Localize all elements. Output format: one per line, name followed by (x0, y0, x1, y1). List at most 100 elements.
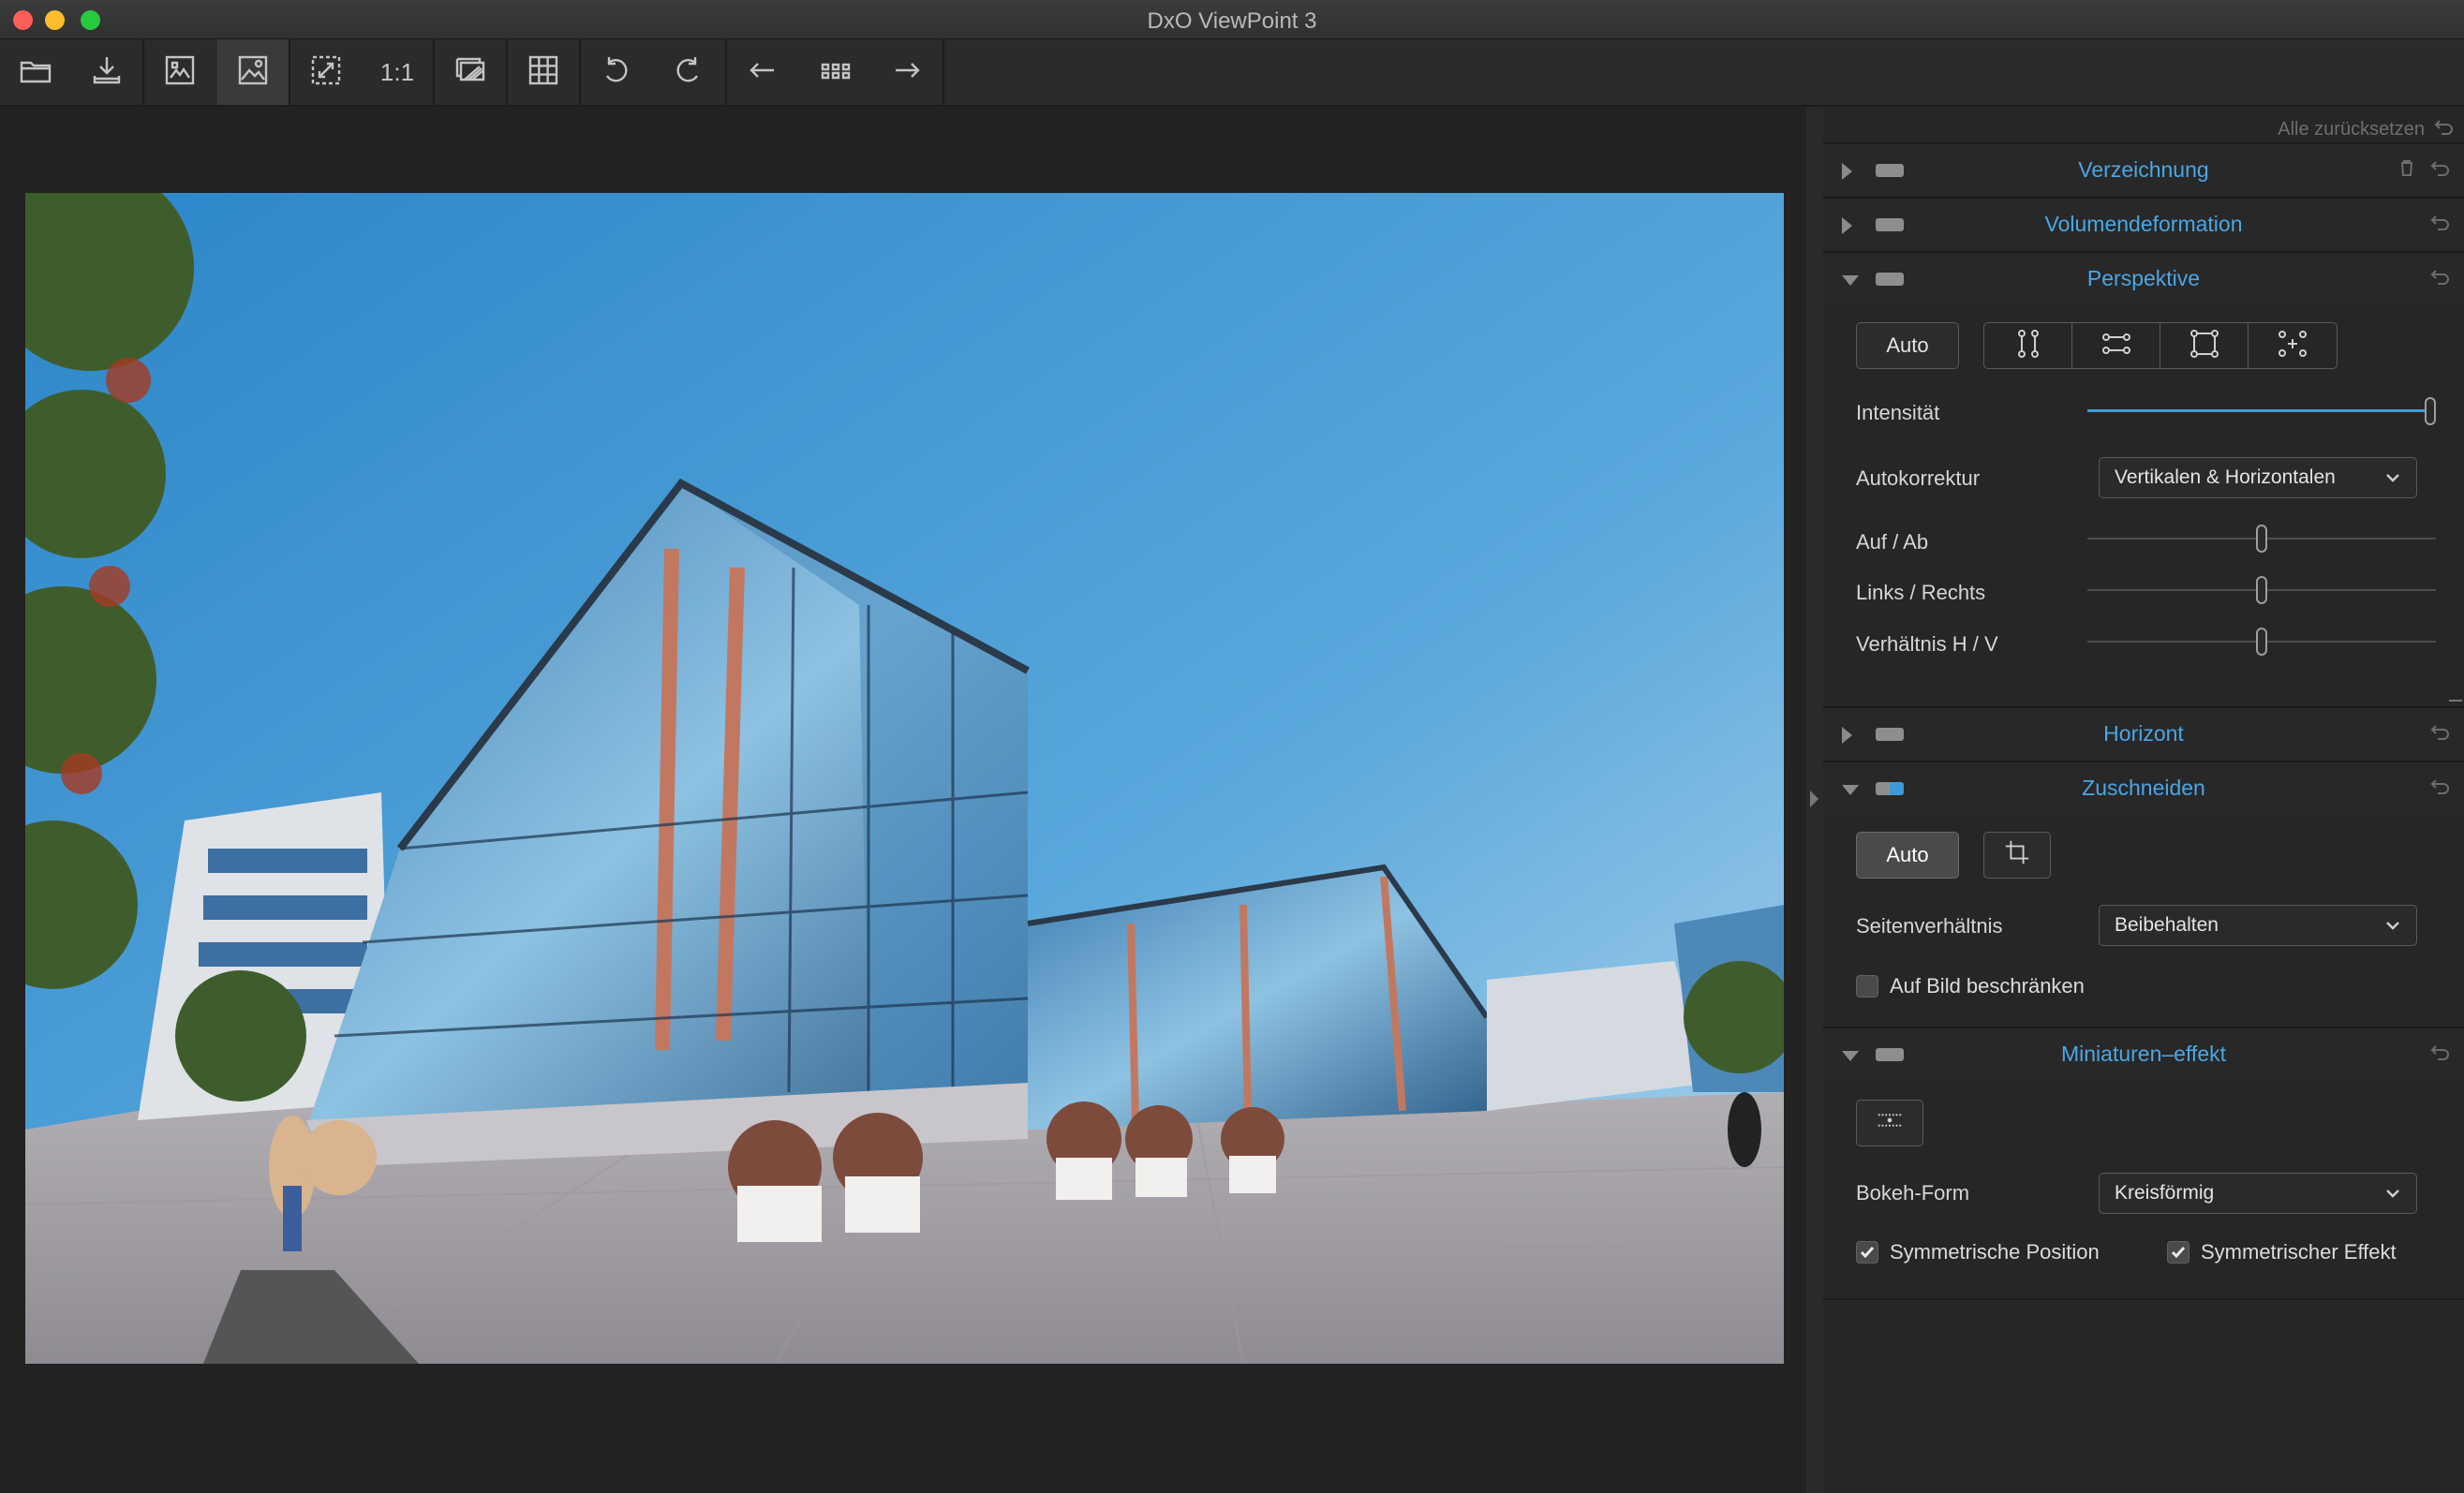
autokorrektur-select[interactable]: Vertikalen & Horizontalen (2099, 457, 2417, 498)
eight-point-button[interactable] (2249, 323, 2337, 368)
chevron-down-icon (2384, 917, 2401, 939)
section-horizont[interactable]: Horizont (1823, 706, 2464, 761)
autokorrektur-label: Autokorrektur (1856, 466, 1981, 490)
next-button[interactable] (871, 39, 943, 105)
zuschneiden-auto-button[interactable]: Auto (1856, 832, 1959, 879)
vertical-lines-button[interactable] (1984, 323, 2072, 368)
arrow-left-icon (744, 52, 781, 94)
bokeh-select[interactable]: Kreisförmig (2099, 1173, 2417, 1214)
undo-icon[interactable] (2430, 212, 2451, 237)
bokeh-value: Kreisförmig (2115, 1182, 2215, 1204)
download-icon (88, 52, 126, 94)
intensitaet-slider[interactable] (2087, 397, 2436, 425)
previous-button[interactable] (727, 39, 798, 105)
undo-icon[interactable] (2430, 776, 2451, 801)
section-toggle[interactable] (1876, 164, 1904, 177)
section-verzeichnung[interactable]: Verzeichnung (1823, 142, 2464, 197)
collapse-triangle-icon[interactable] (1842, 275, 1859, 286)
window-title: DxO ViewPoint 3 (1147, 8, 1317, 34)
photo-preview[interactable] (25, 193, 1784, 1364)
undo-icon[interactable] (2430, 1042, 2451, 1067)
horizontal-lines-button[interactable] (2072, 323, 2160, 368)
section-title: Volumendeformation (2044, 212, 2243, 236)
overlay-button[interactable] (435, 39, 506, 105)
checkbox-box[interactable] (1856, 1241, 1878, 1264)
seitenverhaeltnis-value: Beibehalten (2115, 914, 2219, 936)
links-rechts-label: Links / Rechts (1856, 581, 1986, 604)
vertical-lines-icon (2012, 328, 2044, 364)
checkbox-box[interactable] (2167, 1241, 2189, 1264)
seitenverhaeltnis-select[interactable]: Beibehalten (2099, 905, 2417, 946)
undo-icon[interactable] (2430, 266, 2451, 291)
rectangle-icon (2189, 328, 2220, 364)
actual-size-button[interactable]: 1:1 (362, 39, 433, 105)
collapse-triangle-icon[interactable] (1842, 785, 1859, 795)
auf-bild-label: Auf Bild beschränken (1890, 974, 2085, 998)
arrow-right-icon (888, 52, 926, 94)
crop-icon (2002, 837, 2032, 873)
undo-icon[interactable] (2430, 157, 2451, 183)
image-icon (234, 52, 272, 94)
crop-tool-button[interactable] (1983, 832, 2051, 879)
rotate-left-button[interactable] (581, 39, 652, 105)
section-zuschneiden[interactable]: Zuschneiden (1823, 761, 2464, 815)
collapse-arrow-icon[interactable] (1810, 791, 1818, 807)
perspective-mode-selector (1983, 322, 2338, 369)
sym-position-label: Symmetrische Position (1890, 1240, 2100, 1264)
overlay-icon (452, 52, 489, 94)
section-toggle[interactable] (1876, 782, 1904, 795)
checkbox-box[interactable] (1856, 975, 1878, 998)
expand-triangle-icon[interactable] (1842, 217, 1852, 234)
image-viewer[interactable] (0, 107, 1806, 1493)
section-title: Zuschneiden (2082, 776, 2205, 800)
grid-button[interactable] (508, 39, 579, 105)
section-toggle[interactable] (1876, 218, 1904, 231)
eight-point-icon (2277, 328, 2308, 364)
section-title: Horizont (2103, 721, 2184, 746)
focus-band-icon (1875, 1105, 1905, 1141)
chevron-down-icon (2384, 1185, 2401, 1207)
section-title: Miniaturen–effekt (2060, 1042, 2226, 1066)
perspektive-auto-button[interactable]: Auto (1856, 322, 1959, 369)
expand-triangle-icon[interactable] (1842, 163, 1852, 180)
auf-ab-slider[interactable] (2087, 525, 2436, 553)
links-rechts-slider[interactable] (2087, 576, 2436, 604)
folder-icon (17, 52, 54, 94)
thumbnails-icon (817, 52, 854, 94)
verhaeltnis-slider[interactable] (2087, 628, 2436, 656)
rectangle-button[interactable] (2160, 323, 2249, 368)
collapse-minus-icon[interactable] (2449, 700, 2462, 702)
section-toggle[interactable] (1876, 273, 1904, 286)
sym-effekt-label: Symmetrischer Effekt (2201, 1240, 2397, 1264)
expand-triangle-icon[interactable] (1842, 727, 1852, 744)
export-button[interactable] (71, 39, 142, 105)
panel-splitter[interactable] (1806, 107, 1823, 1493)
rotate-right-button[interactable] (652, 39, 723, 105)
section-volumendeformation[interactable]: Volumendeformation (1823, 197, 2464, 251)
section-perspektive[interactable]: Perspektive (1823, 251, 2464, 305)
rotate-right-icon (669, 52, 706, 94)
sym-position-checkbox[interactable]: Symmetrische Position (1856, 1240, 2100, 1264)
section-miniaturen[interactable]: Miniaturen–effekt (1823, 1027, 2464, 1081)
sym-effekt-checkbox[interactable]: Symmetrischer Effekt (2167, 1240, 2397, 1264)
autokorrektur-value: Vertikalen & Horizontalen (2115, 466, 2336, 488)
section-toggle[interactable] (1876, 728, 1904, 741)
undo-icon[interactable] (2430, 721, 2451, 746)
before-after-button[interactable] (144, 39, 215, 105)
section-toggle[interactable] (1876, 1048, 1904, 1061)
image-view-button[interactable] (217, 39, 289, 105)
collapse-triangle-icon[interactable] (1842, 1051, 1859, 1061)
open-folder-button[interactable] (0, 39, 71, 105)
auf-bild-checkbox[interactable]: Auf Bild beschränken (1856, 974, 2085, 998)
verhaeltnis-label: Verhältnis H / V (1856, 632, 1998, 656)
browser-button[interactable] (800, 39, 871, 105)
focus-band-button[interactable] (1856, 1100, 1923, 1146)
chevron-down-icon (2384, 469, 2401, 492)
fit-screen-button[interactable] (290, 39, 362, 105)
correction-panel: Alle zurücksetzen Verzeichnung Volumende… (1823, 107, 2464, 1493)
trash-icon[interactable] (2397, 157, 2417, 183)
title-bar: DxO ViewPoint 3 (0, 0, 2464, 39)
checkmark-icon (1860, 1247, 1875, 1259)
reset-all-button[interactable]: Alle zurücksetzen (2278, 116, 2455, 142)
intensitaet-label: Intensität (1856, 401, 1940, 424)
